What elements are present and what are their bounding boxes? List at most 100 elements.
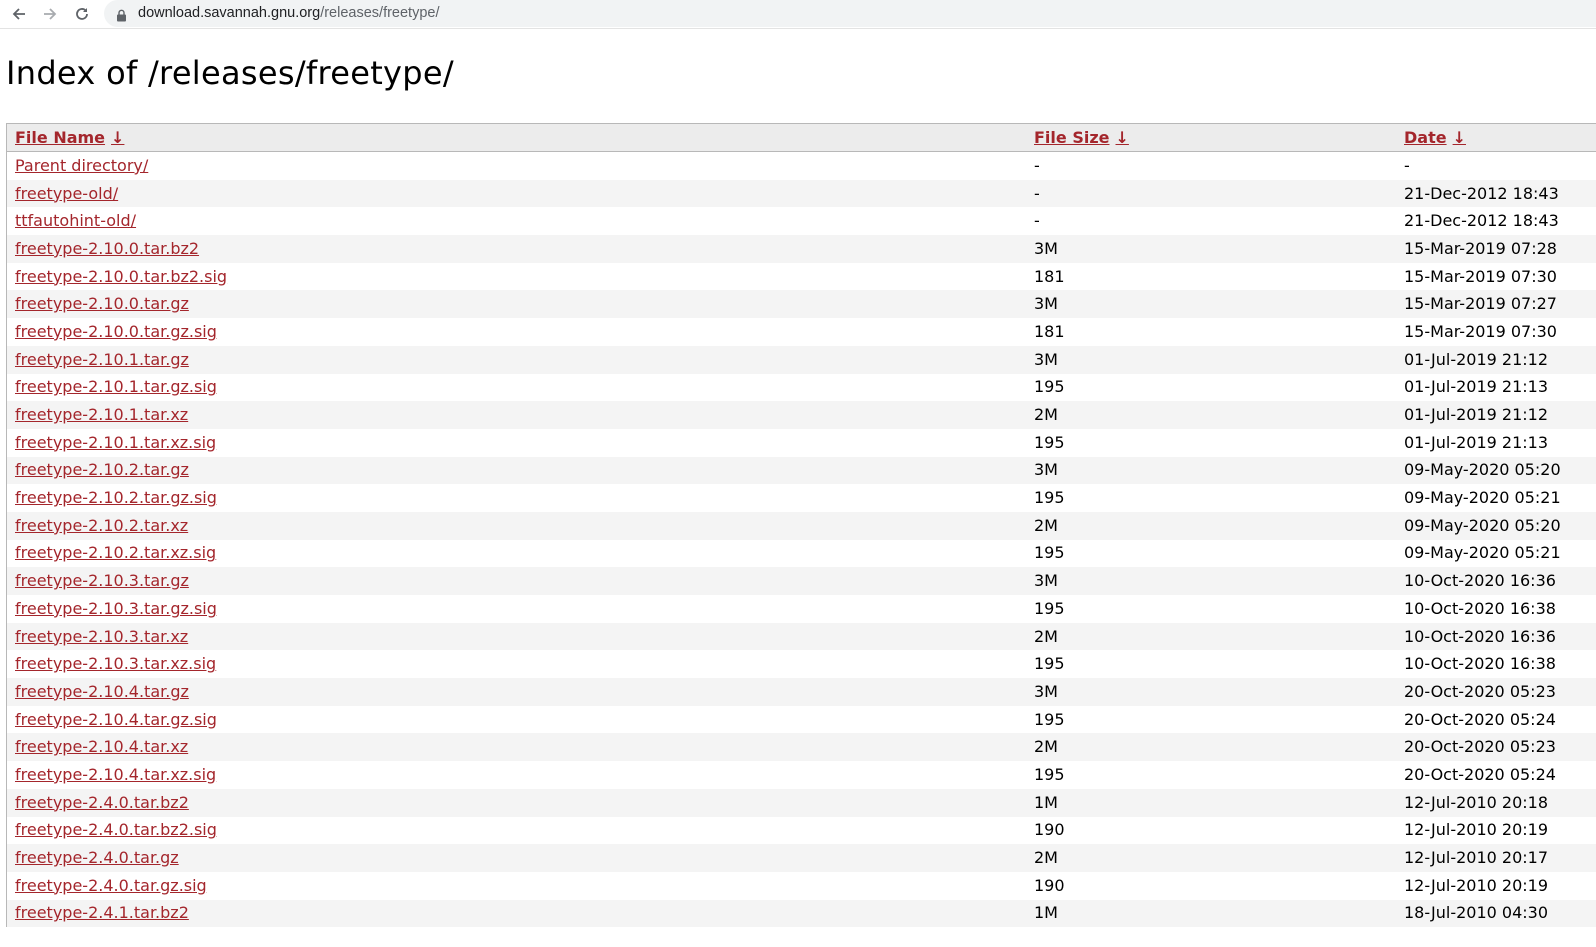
file-link[interactable]: freetype-2.4.0.tar.bz2 [15,793,189,812]
url-text: download.savannah.gnu.org/releases/freet… [138,5,440,21]
file-date-cell: 20-Oct-2020 05:24 [1404,764,1556,784]
file-name-cell: freetype-2.10.2.tar.xz [15,516,188,536]
file-size-cell: 1M [1034,903,1058,923]
file-name-cell: freetype-2.10.4.tar.xz [15,737,188,757]
header-date: Date ↓ [1404,128,1466,148]
file-link[interactable]: freetype-2.10.0.tar.bz2.sig [15,267,227,286]
header-file-size: File Size ↓ [1034,128,1129,148]
file-date-cell: 12-Jul-2010 20:19 [1404,875,1549,895]
file-size-cell: 3M [1034,571,1058,591]
file-link[interactable]: freetype-2.10.4.tar.xz.sig [15,765,216,784]
file-date-cell: 10-Oct-2020 16:38 [1404,598,1556,618]
file-link[interactable]: freetype-2.4.1.tar.bz2 [15,903,189,922]
file-size-cell: 2M [1034,737,1058,757]
file-size-cell: 3M [1034,294,1058,314]
file-link[interactable]: freetype-2.10.0.tar.gz.sig [15,322,217,341]
file-size-cell: 3M [1034,681,1058,701]
file-link[interactable]: freetype-2.10.4.tar.xz [15,737,188,756]
file-name-cell: freetype-2.10.1.tar.gz [15,350,189,370]
file-link[interactable]: freetype-2.4.0.tar.bz2.sig [15,820,217,839]
sort-arrow-icon: ↓ [1115,127,1129,147]
file-link[interactable]: freetype-old/ [15,184,118,203]
sort-arrow-icon: ↓ [1452,127,1466,147]
file-link[interactable]: freetype-2.10.0.tar.bz2 [15,239,199,258]
file-name-cell: freetype-2.10.3.tar.gz [15,571,189,591]
file-link[interactable]: freetype-2.10.3.tar.xz.sig [15,654,216,673]
file-date-cell: 10-Oct-2020 16:38 [1404,654,1556,674]
file-name-cell: freetype-2.10.1.tar.xz.sig [15,433,216,453]
file-date-cell: 15-Mar-2019 07:30 [1404,266,1557,286]
sort-by-name-link[interactable]: File Name ↓ [15,128,124,147]
file-link[interactable]: freetype-2.10.4.tar.gz.sig [15,710,217,729]
file-name-cell: freetype-2.10.4.tar.xz.sig [15,765,216,785]
file-link[interactable]: freetype-2.10.2.tar.xz [15,516,188,535]
file-size-cell: 195 [1034,764,1065,784]
file-date-cell: 21-Dec-2012 18:43 [1404,211,1559,231]
file-size-cell: 2M [1034,405,1058,425]
file-link[interactable]: freetype-2.10.2.tar.xz.sig [15,543,216,562]
file-size-cell: 195 [1034,543,1065,563]
file-size-cell: 2M [1034,848,1058,868]
address-bar[interactable]: download.savannah.gnu.org/releases/freet… [104,0,1596,27]
file-size-cell: 195 [1034,488,1065,508]
file-link[interactable]: freetype-2.10.1.tar.xz [15,405,188,424]
file-date-cell: 21-Dec-2012 18:43 [1404,183,1559,203]
file-name-cell: freetype-2.10.0.tar.bz2 [15,239,199,259]
table-body: Parent directory/ - - freetype-old/ - 21-Dec-… [7,152,1596,928]
file-date-cell: 12-Jul-2010 20:18 [1404,792,1549,812]
file-date-cell: 01-Jul-2019 21:13 [1404,377,1549,397]
table-row: freetype-2.10.1.tar.xz 2M 01-Jul-2019 21:1… [7,401,1596,429]
url-host: download.savannah.gnu.org [138,5,321,21]
file-size-cell: 181 [1034,321,1065,341]
table-row: freetype-2.10.1.tar.xz.sig 195 01-Jul-2019… [7,429,1596,457]
file-link[interactable]: freetype-2.10.4.tar.gz [15,682,189,701]
file-link[interactable]: freetype-2.10.3.tar.gz.sig [15,599,217,618]
file-size-cell: - [1034,155,1040,175]
file-date-cell: 01-Jul-2019 21:13 [1404,432,1549,452]
back-button[interactable] [9,4,29,24]
forward-button[interactable] [40,4,60,24]
file-link[interactable]: freetype-2.4.0.tar.gz.sig [15,876,207,895]
file-name-cell: freetype-2.10.2.tar.gz [15,460,189,480]
table-row: freetype-2.10.0.tar.gz 3M 15-Mar-2019 07:2… [7,290,1596,319]
table-header-row: File Name ↓ File Size ↓ Date ↓ [7,124,1596,152]
file-date-cell: 15-Mar-2019 07:28 [1404,238,1557,258]
file-name-cell: freetype-2.10.0.tar.gz [15,294,189,314]
file-date-cell: 12-Jul-2010 20:17 [1404,848,1549,868]
file-link[interactable]: freetype-2.10.3.tar.xz [15,627,188,646]
file-name-cell: freetype-2.4.0.tar.gz [15,848,179,868]
sort-arrow-icon: ↓ [111,127,125,147]
file-size-cell: 195 [1034,432,1065,452]
file-name-cell: freetype-2.10.4.tar.gz [15,682,189,702]
reload-icon [76,8,88,20]
file-link[interactable]: freetype-2.10.1.tar.gz.sig [15,377,217,396]
file-link[interactable]: Parent directory/ [15,156,148,175]
file-date-cell: 18-Jul-2010 04:30 [1404,903,1549,923]
sort-by-date-link[interactable]: Date ↓ [1404,128,1466,147]
file-date-cell: 01-Jul-2019 21:12 [1404,349,1549,369]
file-size-cell: 2M [1034,626,1058,646]
table-row: freetype-2.10.2.tar.xz 2M 09-May-2020 05:2… [7,511,1596,540]
file-link[interactable]: freetype-2.4.0.tar.gz [15,848,179,867]
file-name-cell: freetype-2.10.3.tar.xz [15,627,188,647]
file-size-cell: 190 [1034,820,1065,840]
file-link[interactable]: freetype-2.10.1.tar.xz.sig [15,433,216,452]
table-row: freetype-2.10.2.tar.gz 3M 09-May-2020 05:2… [7,456,1596,485]
reload-button[interactable] [72,4,92,24]
sort-by-size-link[interactable]: File Size ↓ [1034,128,1129,147]
file-link[interactable]: freetype-2.10.1.tar.gz [15,350,189,369]
file-link[interactable]: ttfautohint-old/ [15,211,136,230]
header-date-label: Date [1404,127,1447,147]
arrow-left-icon [12,8,25,20]
file-link[interactable]: freetype-2.10.2.tar.gz [15,460,189,479]
file-size-cell: 190 [1034,875,1065,895]
file-link[interactable]: freetype-2.10.3.tar.gz [15,571,189,590]
file-name-cell: freetype-2.10.1.tar.xz [15,405,188,425]
table-row: freetype-2.10.4.tar.xz 2M 20-Oct-2020 05:2… [7,733,1596,762]
file-name-cell: ttfautohint-old/ [15,211,136,231]
table-row: freetype-2.10.1.tar.gz.sig 195 01-Jul-2019… [7,374,1596,402]
file-link[interactable]: freetype-2.10.0.tar.gz [15,294,189,313]
file-name-cell: freetype-2.10.4.tar.gz.sig [15,710,217,730]
table-row: freetype-old/ - 21-Dec-2012 18:43 [7,179,1596,208]
file-link[interactable]: freetype-2.10.2.tar.gz.sig [15,488,217,507]
